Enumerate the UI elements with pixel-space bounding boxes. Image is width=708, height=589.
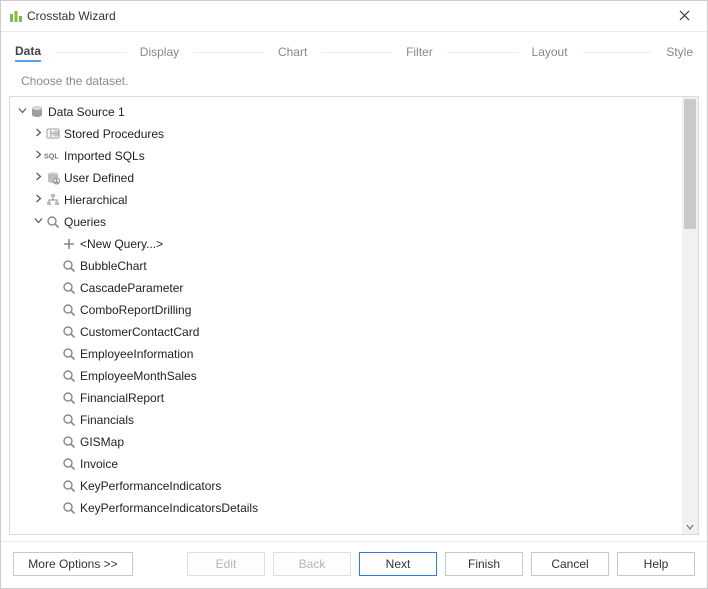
tab-data[interactable]: Data xyxy=(15,42,41,62)
plus-icon xyxy=(60,237,78,251)
window-title: Crosstab Wizard xyxy=(23,9,669,23)
tab-layout[interactable]: Layout xyxy=(532,43,568,61)
help-button[interactable]: Help xyxy=(617,552,695,576)
tree-item-label: EmployeeInformation xyxy=(78,347,193,361)
query-icon xyxy=(60,479,78,493)
twisty-closed-icon[interactable] xyxy=(32,150,44,162)
query-icon xyxy=(60,347,78,361)
tree-item-label: Invoice xyxy=(78,457,118,471)
tree-q-cascadeparameter[interactable]: CascadeParameter xyxy=(10,277,682,299)
tree-q-invoice[interactable]: Invoice xyxy=(10,453,682,475)
button-bar: More Options >> Edit Back Next Finish Ca… xyxy=(1,541,707,588)
tree-item-label: Imported SQLs xyxy=(62,149,145,163)
query-icon xyxy=(60,325,78,339)
tree-q-gismap[interactable]: GISMap xyxy=(10,431,682,453)
tab-display[interactable]: Display xyxy=(140,43,179,61)
tree-q-comboreportdrilling[interactable]: ComboReportDrilling xyxy=(10,299,682,321)
tree-q-financials[interactable]: Financials xyxy=(10,409,682,431)
query-icon xyxy=(60,303,78,317)
tab-separator xyxy=(321,52,392,53)
tree-item-label: KeyPerformanceIndicatorsDetails xyxy=(78,501,258,515)
tree-new-query[interactable]: <New Query...> xyxy=(10,233,682,255)
tree-item-label: User Defined xyxy=(62,171,134,185)
tree-q-employeemonthsales[interactable]: EmployeeMonthSales xyxy=(10,365,682,387)
tree-item-label: GISMap xyxy=(78,435,124,449)
finish-button[interactable]: Finish xyxy=(445,552,523,576)
tab-filter[interactable]: Filter xyxy=(406,43,433,61)
tree-stored-procedures[interactable]: Stored Procedures xyxy=(10,123,682,145)
userdef-icon xyxy=(44,171,62,185)
sql-icon: SQL xyxy=(44,150,62,162)
titlebar: Crosstab Wizard xyxy=(1,1,707,31)
tree-item-label: KeyPerformanceIndicators xyxy=(78,479,221,493)
query-icon xyxy=(60,501,78,515)
tree-q-employeeinformation[interactable]: EmployeeInformation xyxy=(10,343,682,365)
tree-q-financialreport[interactable]: FinancialReport xyxy=(10,387,682,409)
tree-item-label: EmployeeMonthSales xyxy=(78,369,197,383)
query-icon xyxy=(44,215,62,229)
twisty-closed-icon[interactable] xyxy=(32,194,44,206)
tree-item-label: CustomerContactCard xyxy=(78,325,199,339)
tab-separator xyxy=(193,52,264,53)
tree-queries[interactable]: Queries xyxy=(10,211,682,233)
twisty-closed-icon[interactable] xyxy=(32,172,44,184)
query-icon xyxy=(60,391,78,405)
query-icon xyxy=(60,457,78,471)
tab-style[interactable]: Style xyxy=(666,43,693,61)
proc-icon xyxy=(44,127,62,141)
tab-separator xyxy=(447,52,518,53)
scrollbar-down-icon[interactable] xyxy=(682,520,698,534)
query-icon xyxy=(60,413,78,427)
tree-q-kpidetails[interactable]: KeyPerformanceIndicatorsDetails xyxy=(10,497,682,519)
edit-button: Edit xyxy=(187,552,265,576)
tree-item-label: Data Source 1 xyxy=(46,105,125,119)
tree-item-label: Hierarchical xyxy=(62,193,127,207)
tree-q-customercontactcard[interactable]: CustomerContactCard xyxy=(10,321,682,343)
tab-separator xyxy=(55,52,126,53)
more-options-button[interactable]: More Options >> xyxy=(13,552,133,576)
tree-datasource-1[interactable]: Data Source 1 xyxy=(10,101,682,123)
wizard-tabs: Data Display Chart Filter Layout Style xyxy=(1,32,707,68)
twisty-closed-icon[interactable] xyxy=(32,128,44,140)
app-icon xyxy=(9,9,23,23)
cancel-button[interactable]: Cancel xyxy=(531,552,609,576)
tree-item-label: CascadeParameter xyxy=(78,281,183,295)
tree-item-label: Financials xyxy=(78,413,134,427)
next-button[interactable]: Next xyxy=(359,552,437,576)
close-icon[interactable] xyxy=(669,8,699,24)
tab-separator xyxy=(582,52,653,53)
query-icon xyxy=(60,259,78,273)
tab-chart[interactable]: Chart xyxy=(278,43,307,61)
tree-item-label: <New Query...> xyxy=(78,237,163,251)
scrollbar-thumb[interactable] xyxy=(684,99,696,229)
tree-hierarchical[interactable]: Hierarchical xyxy=(10,189,682,211)
svg-text:SQL: SQL xyxy=(44,152,59,161)
tree-q-kpi[interactable]: KeyPerformanceIndicators xyxy=(10,475,682,497)
twisty-open-icon[interactable] xyxy=(16,106,28,118)
query-icon xyxy=(60,435,78,449)
wizard-window: Crosstab Wizard Data Display Chart Filter La… xyxy=(0,0,708,589)
tree-item-label: Queries xyxy=(62,215,106,229)
query-icon xyxy=(60,281,78,295)
tree-item-label: ComboReportDrilling xyxy=(78,303,191,317)
tree-imported-sqls[interactable]: SQLImported SQLs xyxy=(10,145,682,167)
vertical-scrollbar[interactable] xyxy=(682,97,698,534)
tree-user-defined[interactable]: User Defined xyxy=(10,167,682,189)
tree-item-label: FinancialReport xyxy=(78,391,164,405)
hier-icon xyxy=(44,193,62,207)
database-icon xyxy=(28,105,46,119)
back-button: Back xyxy=(273,552,351,576)
dataset-tree-area: Data Source 1 Stored Procedures SQLImporte… xyxy=(9,96,699,535)
tree-item-label: Stored Procedures xyxy=(62,127,164,141)
tree-q-bubblechart[interactable]: BubbleChart xyxy=(10,255,682,277)
step-description: Choose the dataset. xyxy=(1,68,707,96)
query-icon xyxy=(60,369,78,383)
dataset-tree[interactable]: Data Source 1 Stored Procedures SQLImporte… xyxy=(10,97,682,534)
tree-item-label: BubbleChart xyxy=(78,259,147,273)
twisty-open-icon[interactable] xyxy=(32,216,44,228)
